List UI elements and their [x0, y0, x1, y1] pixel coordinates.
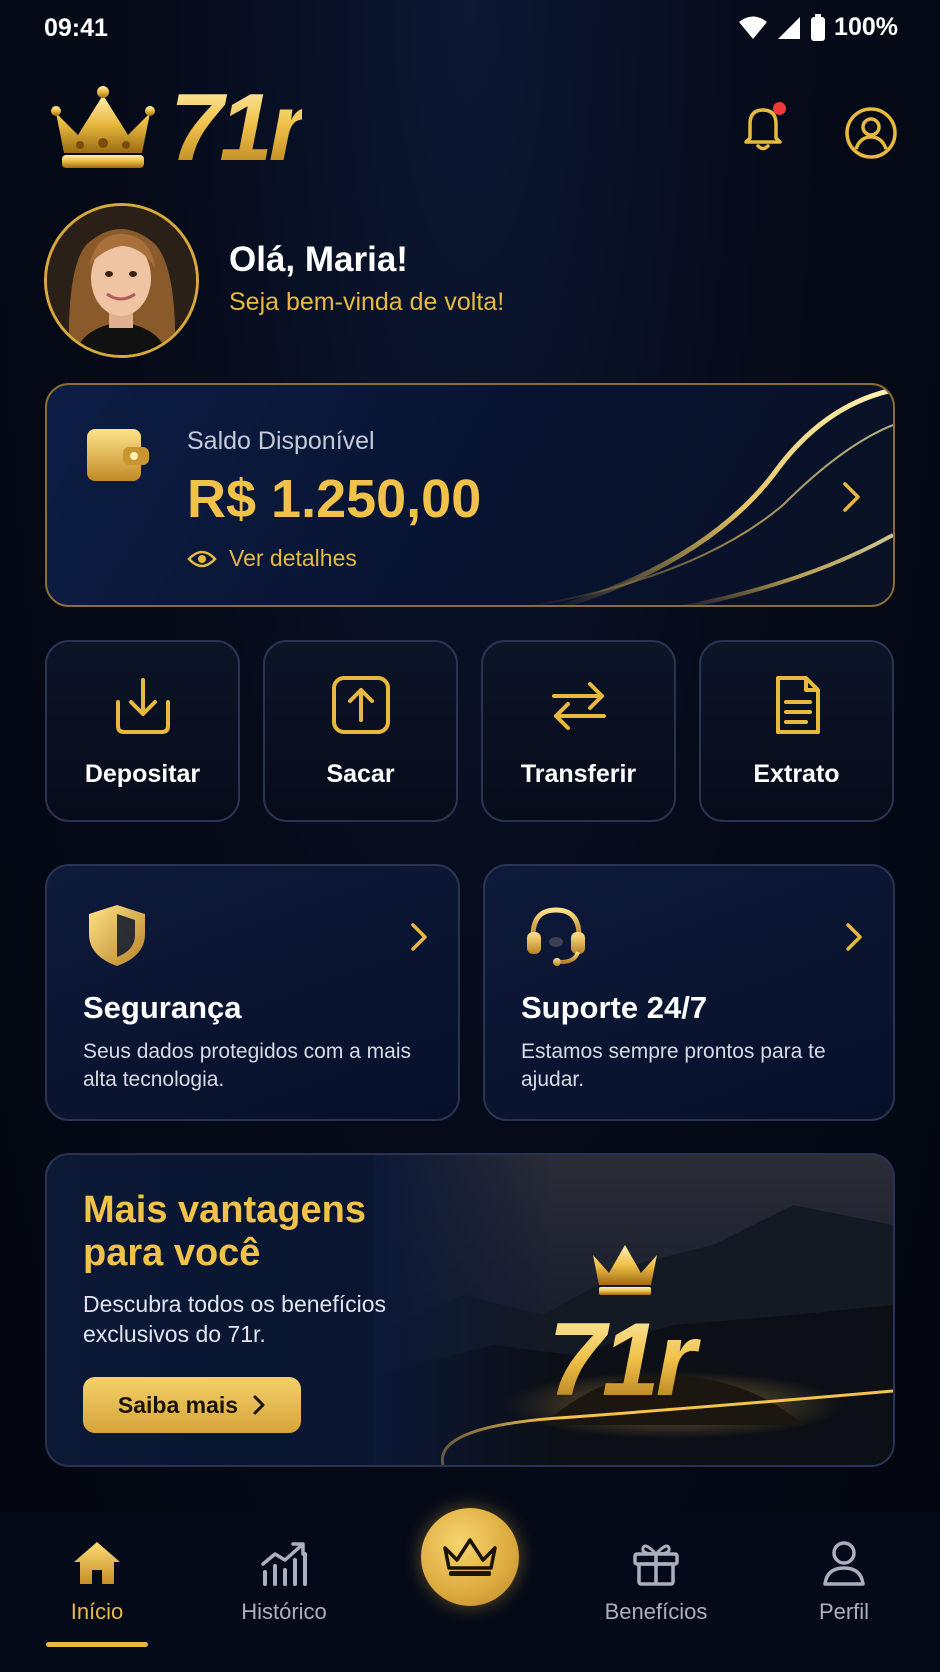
crown-icon	[51, 86, 155, 168]
nav-item-profile[interactable]: Perfil	[764, 1540, 924, 1625]
withdraw-label: Sacar	[326, 760, 395, 788]
user-circle-icon	[845, 107, 897, 159]
profile-button[interactable]	[844, 106, 898, 160]
center-crown-button[interactable]	[421, 1508, 519, 1606]
statement-label: Extrato	[753, 760, 840, 788]
gift-icon	[633, 1544, 679, 1586]
chevron-right-icon	[846, 923, 862, 951]
battery-icon	[811, 13, 826, 41]
quick-actions: Depositar Sacar Transferir Extrato	[45, 640, 895, 822]
crown-icon	[443, 1538, 497, 1576]
learn-more-label: Saiba mais	[117, 1391, 239, 1418]
transfer-label: Transferir	[520, 760, 637, 788]
nav-item-home[interactable]: Início	[17, 1540, 177, 1625]
deposit-button[interactable]: Depositar	[45, 640, 240, 822]
nav-label-home: Início	[70, 1599, 124, 1624]
shield-icon	[89, 905, 145, 966]
nav-item-benefits[interactable]: Benefícios	[576, 1540, 736, 1625]
chevron-right-icon	[253, 1395, 265, 1415]
avatar[interactable]	[44, 203, 199, 358]
status-bar: 09:41 100%	[0, 0, 940, 58]
balance-value: R$ 1.250,00	[187, 469, 482, 529]
learn-more-button[interactable]: Saiba mais	[83, 1377, 301, 1433]
avatar-photo	[47, 206, 196, 355]
security-description: Seus dados protegidos com a mais alta te…	[83, 1040, 412, 1091]
nav-label-history: Histórico	[241, 1599, 327, 1624]
download-icon	[115, 678, 170, 734]
greeting-subtitle: Seja bem-vinda de volta!	[229, 288, 505, 316]
promo-banner[interactable]: 71r Mais vantagens para você Descubra to…	[45, 1153, 895, 1467]
support-title: Suporte 24/7	[521, 990, 708, 1025]
notification-button[interactable]	[738, 102, 788, 152]
active-indicator	[46, 1642, 148, 1647]
security-title: Segurança	[83, 990, 242, 1025]
status-icons: 100%	[738, 13, 898, 42]
security-card[interactable]: Segurança Seus dados protegidos com a ma…	[45, 864, 460, 1121]
view-details-link[interactable]: Ver detalhes	[187, 545, 357, 572]
logo-text: 71r	[170, 74, 306, 181]
balance-card[interactable]: Saldo Disponível R$ 1.250,00 Ver detalhe…	[45, 383, 895, 607]
wifi-icon	[739, 16, 768, 39]
promo-description: Descubra todos os benefícios exclusivos …	[83, 1291, 387, 1347]
nav-label-benefits: Benefícios	[604, 1599, 708, 1624]
header: 71r	[48, 78, 898, 178]
upload-icon	[331, 676, 390, 734]
eye-icon	[187, 550, 217, 567]
chart-icon	[261, 1542, 307, 1586]
transfer-icon	[551, 682, 606, 730]
battery-text: 100%	[834, 13, 898, 41]
status-time: 09:41	[44, 14, 108, 42]
support-card[interactable]: Suporte 24/7 Estamos sempre prontos para…	[483, 864, 895, 1121]
document-icon	[775, 676, 820, 734]
balance-label: Saldo Disponível	[187, 427, 375, 455]
promo-title: Mais vantagens para você	[83, 1189, 366, 1274]
deposit-label: Depositar	[84, 760, 201, 788]
chevron-right-icon[interactable]	[841, 480, 863, 514]
wallet-icon	[87, 429, 149, 481]
withdraw-button[interactable]: Sacar	[263, 640, 458, 822]
notification-dot	[773, 102, 786, 115]
chevron-right-icon	[411, 923, 427, 951]
user-icon	[823, 1541, 865, 1586]
support-description: Estamos sempre prontos para te ajudar.	[521, 1040, 826, 1091]
signal-icon	[778, 16, 801, 39]
view-details-label: Ver detalhes	[229, 545, 357, 571]
headset-icon	[527, 907, 585, 966]
promo-scene-illustration: 71r	[373, 1155, 893, 1465]
gold-wave-decoration	[531, 387, 893, 605]
statement-button[interactable]: Extrato	[699, 640, 894, 822]
home-icon	[74, 1542, 120, 1584]
transfer-button[interactable]: Transferir	[481, 640, 676, 822]
nav-item-history[interactable]: Histórico	[204, 1540, 364, 1625]
greeting-title: Olá, Maria!	[229, 240, 408, 279]
app-logo: 71r	[48, 74, 306, 181]
nav-label-profile: Perfil	[818, 1599, 870, 1624]
bottom-nav: Início Histórico Benefícios Perfil	[0, 1488, 940, 1672]
